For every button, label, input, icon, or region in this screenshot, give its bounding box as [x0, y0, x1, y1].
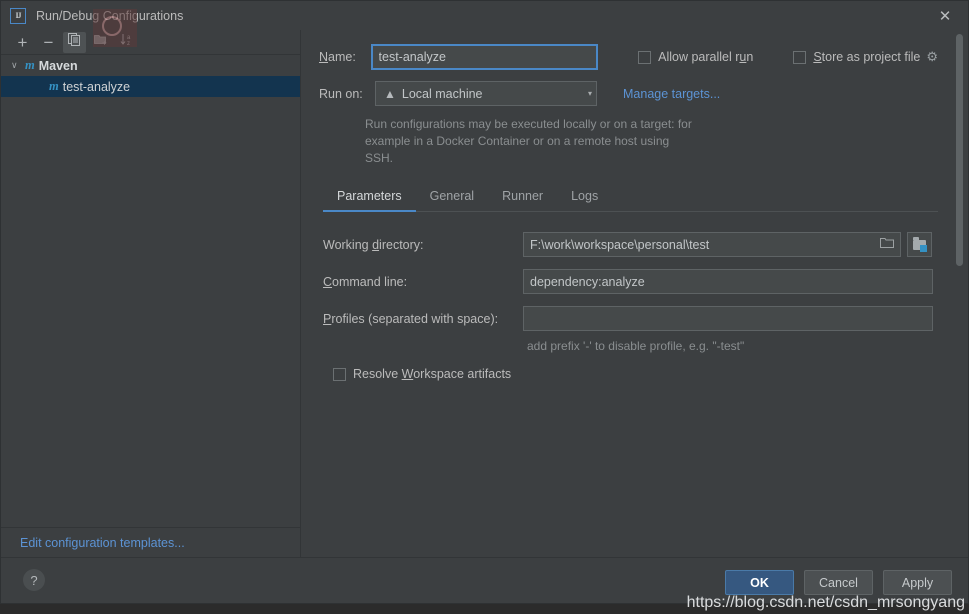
sort-alphabetically-icon: a z [120, 33, 134, 51]
manage-targets-link[interactable]: Manage targets... [623, 87, 720, 101]
run-on-hint: Run configurations may be executed local… [365, 116, 695, 167]
help-button[interactable]: ? [23, 569, 45, 591]
configuration-editor-content: Name: Allow parallel run Store as projec… [301, 30, 968, 557]
remove-configuration-button[interactable]: − [37, 32, 60, 53]
ok-button[interactable]: OK [725, 570, 794, 595]
checkbox-box [333, 367, 346, 381]
working-directory-input[interactable]: F:\work\workspace\personal\test [523, 232, 901, 257]
chevron-down-icon[interactable]: ∨ [11, 60, 25, 71]
new-folder-icon: + [93, 33, 108, 51]
module-folder-button[interactable] [907, 232, 932, 257]
tab-parameters[interactable]: Parameters [323, 189, 416, 212]
checkbox-box [638, 50, 652, 64]
dialog-title: Run/Debug Configurations [36, 8, 184, 23]
configurations-tree[interactable]: ∨ m Maven m test-analyze [1, 55, 300, 527]
resolve-workspace-artifacts-checkbox[interactable]: Resolve Workspace artifacts [333, 367, 938, 381]
name-label: Name: [319, 50, 356, 64]
tree-item-label: test-analyze [62, 79, 131, 94]
dialog-bottom-bar: ? OK Cancel Apply [1, 557, 968, 603]
profiles-row: Profiles (separated with space): [323, 306, 938, 331]
screen-root: ↓ IJ Run/Debug Configurations ✕ + − [0, 0, 969, 614]
profiles-hint: add prefix '-' to disable profile, e.g. … [527, 339, 745, 353]
tree-group-label: Maven [38, 58, 78, 73]
working-directory-row: Working directory: F:\work\workspace\per… [323, 232, 938, 257]
apply-button[interactable]: Apply [883, 570, 952, 595]
vertical-scrollbar[interactable] [956, 34, 963, 266]
parameters-form: Working directory: F:\work\workspace\per… [319, 232, 938, 381]
tab-runner[interactable]: Runner [488, 189, 557, 212]
minus-icon: − [43, 32, 54, 52]
copy-configuration-button[interactable] [63, 31, 86, 53]
configuration-editor-panel: Name: Allow parallel run Store as projec… [301, 30, 968, 557]
tab-general[interactable]: General [416, 189, 488, 212]
profiles-input[interactable] [523, 306, 933, 331]
resolve-workspace-artifacts-label: Resolve Workspace artifacts [353, 367, 512, 381]
command-line-value: dependency:analyze [530, 274, 645, 289]
command-line-row: Command line: dependency:analyze [323, 269, 938, 294]
profiles-label: Profiles (separated with space): [323, 311, 499, 326]
sort-alphabetically-button[interactable]: a z [115, 32, 138, 53]
command-line-label: Command line: [323, 274, 408, 289]
checkbox-box [793, 50, 807, 64]
command-line-input[interactable]: dependency:analyze [523, 269, 933, 294]
run-on-value: Local machine [401, 86, 483, 101]
run-on-hint-line-2: example in a Docker Container or on a re… [365, 134, 670, 165]
dialog-body: + − + a z ∨ m Maven m test-analyze Edit … [1, 30, 968, 557]
edit-configuration-templates-link[interactable]: Edit configuration templates... [20, 536, 185, 550]
chevron-down-icon: ▾ [587, 89, 592, 98]
working-directory-label: Working directory: [323, 237, 424, 252]
store-as-project-file-label: Store as project file [813, 50, 921, 64]
name-row: Name: Allow parallel run Store as projec… [319, 44, 938, 70]
working-directory-value: F:\work\workspace\personal\test [530, 237, 710, 252]
module-badge-icon [920, 245, 927, 252]
dialog-titlebar: IJ Run/Debug Configurations ✕ [1, 1, 968, 47]
configurations-toolbar: + − + a z [1, 30, 300, 55]
store-as-project-file-checkbox[interactable]: Store as project file ⚙ [793, 49, 938, 65]
allow-parallel-run-label: Allow parallel run [658, 50, 754, 64]
configuration-tabs: Parameters General Runner Logs [323, 189, 938, 212]
tree-item-test-analyze[interactable]: m test-analyze [1, 76, 300, 97]
gear-icon[interactable]: ⚙ [926, 49, 938, 65]
new-folder-button[interactable]: + [89, 32, 112, 53]
tab-logs[interactable]: Logs [557, 189, 612, 212]
close-icon[interactable]: ✕ [922, 1, 968, 30]
home-icon: ▲ [384, 86, 396, 101]
run-on-dropdown[interactable]: ▲ Local machine ▾ [375, 81, 597, 106]
svg-text:z: z [127, 41, 130, 46]
run-on-row: Run on: ▲ Local machine ▾ Manage targets… [319, 81, 938, 106]
tree-group-maven[interactable]: ∨ m Maven [1, 55, 300, 76]
cancel-button[interactable]: Cancel [804, 570, 873, 595]
allow-parallel-run-checkbox[interactable]: Allow parallel run [638, 50, 753, 64]
name-input[interactable] [370, 44, 599, 70]
add-configuration-button[interactable]: + [11, 32, 34, 53]
run-on-label: Run on: [319, 86, 363, 101]
folder-open-icon[interactable] [880, 237, 894, 252]
run-on-hint-line-1: Run configurations may be executed local… [365, 117, 692, 131]
dialog-action-buttons: OK Cancel Apply [725, 570, 952, 595]
left-panel-footer: Edit configuration templates... [1, 527, 300, 557]
svg-text:+: + [102, 39, 107, 47]
copy-icon [68, 33, 81, 51]
maven-icon: m [25, 58, 35, 72]
intellij-idea-icon: IJ [10, 7, 26, 24]
configurations-panel: + − + a z ∨ m Maven m test-analyze Edit … [1, 30, 301, 557]
run-debug-configurations-dialog: IJ Run/Debug Configurations ✕ + − + a z … [0, 0, 969, 604]
maven-icon: m [49, 79, 59, 93]
plus-icon: + [17, 32, 28, 52]
